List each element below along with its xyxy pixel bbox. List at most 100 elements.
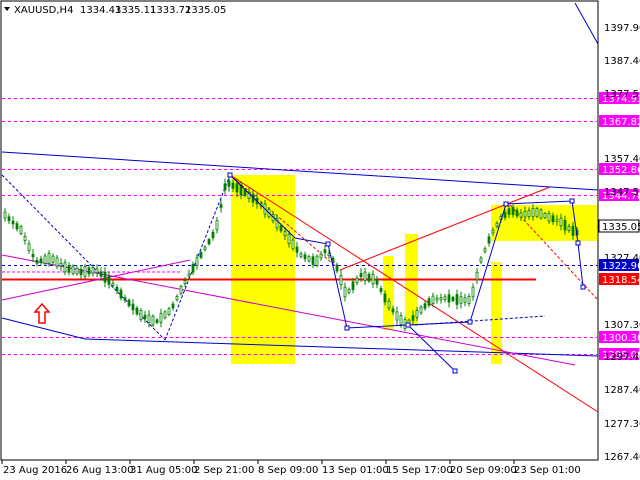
candle-body [107, 276, 111, 285]
candle-body [95, 268, 99, 274]
candle-body [495, 222, 499, 227]
candle-body [487, 236, 491, 244]
candle-body [559, 217, 563, 227]
candle-body [547, 212, 551, 222]
candle-body [395, 311, 399, 321]
candle-body [423, 303, 427, 309]
candle-body [535, 208, 539, 217]
candle-body [139, 310, 143, 320]
candle-body [439, 297, 443, 301]
candle-body [127, 299, 131, 307]
candle-body [59, 262, 63, 267]
candle-body [283, 231, 287, 236]
candle-body [131, 303, 135, 311]
candle-body [463, 297, 467, 303]
candle-body [111, 282, 115, 286]
x-tick-label: 2 Sep 21:00 [194, 465, 254, 476]
candle-body [15, 223, 19, 230]
candle-body [335, 264, 339, 272]
candle-body [451, 296, 455, 302]
candle-body [75, 267, 79, 275]
candle-body [515, 209, 519, 217]
y-tick-label: 1357.40 [604, 154, 640, 165]
x-axis: 23 Aug 2016 26 Aug 13:00 31 Aug 05:00 2 … [1, 460, 581, 476]
candle-body [123, 297, 127, 301]
forecast-node [503, 201, 509, 207]
y-axis: 1397.90 1387.40 1377.50 1357.40 1347.50 … [604, 23, 640, 463]
candle-body [167, 308, 171, 315]
candle-body [563, 219, 567, 231]
candle-body [219, 204, 223, 208]
candle-body [503, 211, 507, 218]
candle-body [555, 218, 559, 222]
candle-body [459, 296, 463, 304]
candle-body [11, 220, 15, 225]
highlight-zone [231, 175, 295, 364]
candle-body [483, 248, 487, 252]
candle-body [443, 296, 447, 300]
candle-body [311, 256, 315, 265]
candle-body [571, 225, 575, 236]
candle-body [115, 286, 119, 292]
price-chart: 1374.931367.821352.861344.781335.051322.… [0, 0, 640, 476]
ohlc-close: 1335.05 [185, 5, 226, 16]
forecast-node [344, 325, 350, 331]
candle-body [363, 271, 367, 281]
forecast-node [580, 284, 586, 290]
candle-body [159, 313, 163, 323]
candle-body [295, 246, 299, 253]
candle-body [291, 239, 295, 250]
y-tick-label: 1327.40 [604, 253, 640, 264]
candle-body [3, 211, 7, 219]
candle-body [391, 308, 395, 313]
candle-body [383, 293, 387, 303]
candle-body [147, 314, 151, 323]
candle-body [7, 216, 11, 222]
candle-body [351, 281, 355, 290]
candle-body [175, 296, 179, 300]
y-tick-label: 1387.40 [604, 56, 640, 67]
candle-body [51, 255, 55, 263]
candle-body [279, 225, 283, 232]
candle-body [119, 289, 123, 299]
forecast-node [569, 198, 575, 204]
candle-body [27, 243, 31, 251]
candle-body [87, 267, 91, 275]
highlight-zone [491, 205, 597, 241]
candle-body [155, 319, 159, 323]
candle-body [491, 229, 495, 234]
candle-body [479, 257, 483, 263]
candle-body [47, 253, 51, 264]
candle-body [163, 311, 167, 319]
candle-body [315, 255, 319, 266]
price-level-label: 1318.54 [602, 275, 640, 286]
candle-body [71, 265, 75, 274]
x-tick-label: 26 Aug 13:00 [66, 465, 133, 476]
candle-body [387, 300, 391, 309]
candle-body [523, 210, 527, 218]
candle-body [415, 310, 419, 318]
candle-body [371, 273, 375, 285]
candle-body [143, 314, 147, 319]
y-tick-label: 1377.50 [604, 89, 640, 100]
candle-body [507, 208, 511, 215]
forecast-node [405, 322, 411, 328]
candle-body [447, 294, 451, 303]
y-tick-label: 1347.50 [604, 187, 640, 198]
candle-body [379, 288, 383, 292]
symbol-label: XAUUSD,H4 [14, 5, 73, 16]
forecast-node [575, 240, 581, 246]
x-tick-label: 31 Aug 05:00 [130, 465, 197, 476]
candle-body [103, 271, 107, 283]
candle-body [231, 182, 235, 189]
candle-body [91, 267, 95, 274]
x-tick-label: 23 Aug 2016 [3, 465, 67, 476]
forecast-node [467, 319, 473, 325]
candle-body [543, 213, 547, 219]
candle-body [79, 268, 83, 276]
candle-body [359, 272, 363, 278]
candle-body [347, 289, 351, 293]
candle-body [19, 225, 23, 235]
candle-body [183, 280, 187, 284]
y-tick-label: 1277.30 [604, 419, 640, 430]
